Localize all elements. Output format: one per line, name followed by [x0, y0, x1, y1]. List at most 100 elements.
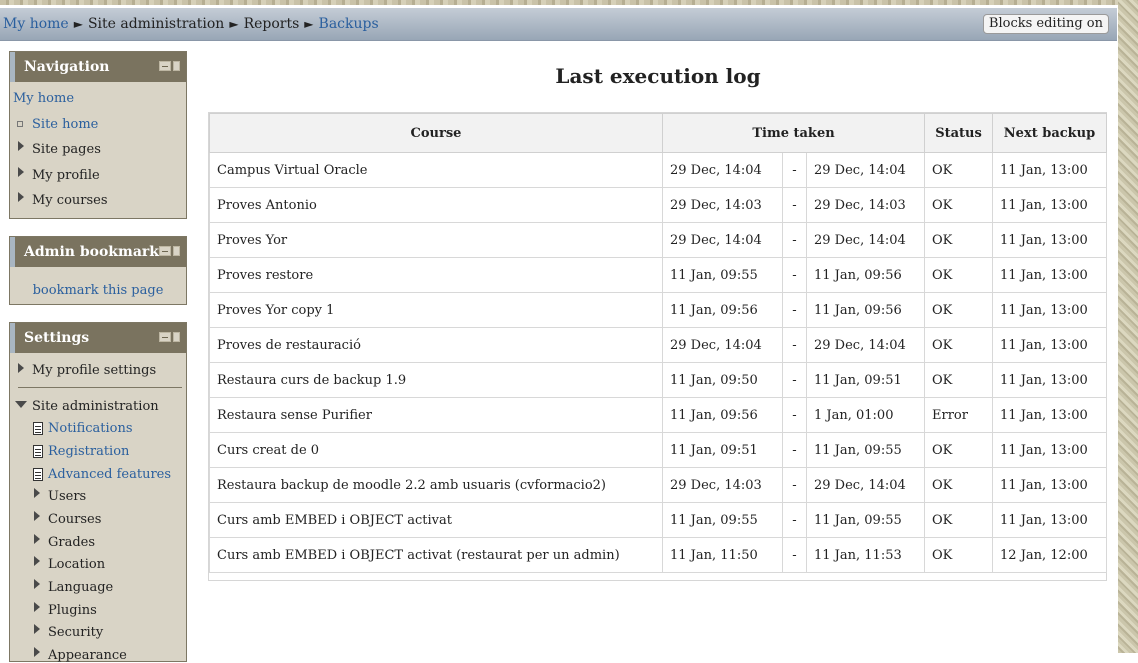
expand-arrow-icon[interactable]: [34, 534, 40, 544]
time-separator-cell: -: [782, 152, 807, 188]
next-backup-cell: 11 Jan, 13:00: [992, 432, 1108, 468]
start-time-cell: 29 Dec, 14:04: [662, 222, 783, 258]
next-backup-cell: 11 Jan, 13:00: [992, 222, 1108, 258]
expand-arrow-icon[interactable]: [34, 602, 40, 612]
status-cell: OK: [924, 467, 994, 503]
course-cell: Curs amb EMBED i OBJECT activat (restaur…: [209, 537, 663, 573]
start-time-cell: 29 Dec, 14:04: [662, 327, 783, 363]
end-time-cell: 29 Dec, 14:03: [805, 187, 926, 223]
settings-registration[interactable]: Registration: [48, 444, 129, 459]
settings-notifications[interactable]: Notifications: [48, 421, 133, 436]
nav-site-pages[interactable]: Site pages: [32, 142, 101, 157]
next-backup-cell: 11 Jan, 13:00: [992, 257, 1108, 293]
settings-plugins[interactable]: Plugins: [48, 603, 97, 618]
settings-my-profile-settings[interactable]: My profile settings: [32, 363, 156, 378]
next-backup-cell: 11 Jan, 13:00: [992, 362, 1108, 398]
settings-advanced-features[interactable]: Advanced features: [48, 467, 171, 482]
expand-arrow-icon[interactable]: [18, 141, 24, 151]
breadcrumb: My home ► Site administration ► Reports ► Back…: [3, 16, 379, 32]
table-row: Proves Yor copy 1 11 Jan, 09:56-11 Jan, 0…: [209, 292, 1108, 328]
expand-arrow-icon[interactable]: [34, 511, 40, 521]
right-edge-decoration: [1118, 0, 1138, 653]
collapse-arrow-icon[interactable]: [15, 401, 27, 408]
course-cell: Proves Yor: [209, 222, 663, 258]
breadcrumb-my-home[interactable]: My home: [3, 16, 69, 32]
block-controls-icon[interactable]: [159, 246, 181, 256]
settings-security[interactable]: Security: [48, 625, 103, 640]
table-row: Proves Antonio 29 Dec, 14:03-29 Dec, 14:0…: [209, 187, 1108, 223]
course-cell: Restaura curs de backup 1.9: [209, 362, 663, 398]
navigation-block-title: Navigation: [24, 59, 110, 75]
block-controls-icon[interactable]: [159, 332, 181, 342]
breadcrumb-separator: ►: [229, 17, 239, 31]
start-time-cell: 11 Jan, 09:50: [662, 362, 783, 398]
end-time-cell: 29 Dec, 14:04: [805, 327, 926, 363]
end-time-cell: 11 Jan, 11:53: [805, 537, 926, 573]
end-time-cell: 11 Jan, 09:55: [805, 502, 926, 538]
column-header-status: Status: [924, 113, 994, 153]
page-title: Last execution log: [555, 64, 761, 88]
table-header-row: Course Time taken Status Next backup: [209, 113, 1108, 153]
expand-arrow-icon[interactable]: [18, 167, 24, 177]
expand-arrow-icon[interactable]: [34, 556, 40, 566]
table-row: Curs amb EMBED i OBJECT activat 11 Jan, 0…: [209, 502, 1108, 538]
settings-grades[interactable]: Grades: [48, 535, 95, 550]
expand-arrow-icon[interactable]: [34, 624, 40, 634]
document-icon: [33, 445, 43, 458]
expand-arrow-icon[interactable]: [18, 192, 24, 202]
expand-arrow-icon[interactable]: [34, 488, 40, 498]
table-row: Curs amb EMBED i OBJECT activat (restaur…: [209, 537, 1108, 573]
time-separator-cell: -: [782, 327, 807, 363]
settings-language[interactable]: Language: [48, 580, 113, 595]
next-backup-cell: 11 Jan, 13:00: [992, 327, 1108, 363]
time-separator-cell: -: [782, 187, 807, 223]
settings-courses[interactable]: Courses: [48, 512, 101, 527]
status-cell: OK: [924, 362, 994, 398]
settings-users[interactable]: Users: [48, 489, 86, 504]
start-time-cell: 11 Jan, 09:56: [662, 397, 783, 433]
nav-site-home[interactable]: Site home: [32, 117, 98, 132]
block-controls-icon[interactable]: [159, 61, 181, 71]
execution-log-table: Course Time taken Status Next backup Cam…: [208, 112, 1108, 581]
course-cell: Curs creat de 0: [209, 432, 663, 468]
course-cell: Restaura sense Purifier: [209, 397, 663, 433]
settings-appearance[interactable]: Appearance: [48, 648, 127, 663]
column-header-course: Course: [209, 113, 663, 153]
table-row: Campus Virtual Oracle 29 Dec, 14:04-29 De…: [209, 152, 1108, 188]
table-row: Proves restore 11 Jan, 09:55-11 Jan, 09:5…: [209, 257, 1108, 293]
bullet-icon: [17, 121, 23, 127]
blocks-editing-button[interactable]: Blocks editing on: [982, 14, 1109, 34]
settings-divider: [18, 387, 182, 388]
end-time-cell: 11 Jan, 09:56: [805, 292, 926, 328]
settings-site-administration[interactable]: Site administration: [32, 399, 159, 414]
top-decoration: [0, 0, 1118, 5]
expand-arrow-icon[interactable]: [34, 647, 40, 657]
expand-arrow-icon[interactable]: [34, 579, 40, 589]
status-cell: OK: [924, 537, 994, 573]
admin-bookmarks-title: Admin bookmarks: [24, 244, 167, 260]
breadcrumb-backups[interactable]: Backups: [319, 16, 379, 32]
end-time-cell: 11 Jan, 09:51: [805, 362, 926, 398]
bookmark-this-page-link[interactable]: bookmark this page: [10, 283, 186, 298]
document-icon: [33, 468, 43, 481]
start-time-cell: 11 Jan, 09:56: [662, 292, 783, 328]
nav-my-home[interactable]: My home: [13, 91, 74, 106]
end-time-cell: 29 Dec, 14:04: [805, 222, 926, 258]
end-time-cell: 11 Jan, 09:55: [805, 432, 926, 468]
time-separator-cell: -: [782, 467, 807, 503]
course-cell: Proves Yor copy 1: [209, 292, 663, 328]
nav-my-courses[interactable]: My courses: [32, 193, 108, 208]
time-separator-cell: -: [782, 257, 807, 293]
status-cell: OK: [924, 327, 994, 363]
status-cell: OK: [924, 187, 994, 223]
settings-block-header: Settings: [10, 323, 186, 353]
nav-my-profile[interactable]: My profile: [32, 168, 100, 183]
start-time-cell: 29 Dec, 14:03: [662, 467, 783, 503]
expand-arrow-icon[interactable]: [18, 363, 24, 373]
settings-location[interactable]: Location: [48, 557, 105, 572]
start-time-cell: 11 Jan, 09:51: [662, 432, 783, 468]
next-backup-cell: 11 Jan, 13:00: [992, 397, 1108, 433]
time-separator-cell: -: [782, 292, 807, 328]
end-time-cell: 1 Jan, 01:00: [805, 397, 926, 433]
breadcrumb-site-administration: Site administration: [87, 16, 225, 32]
